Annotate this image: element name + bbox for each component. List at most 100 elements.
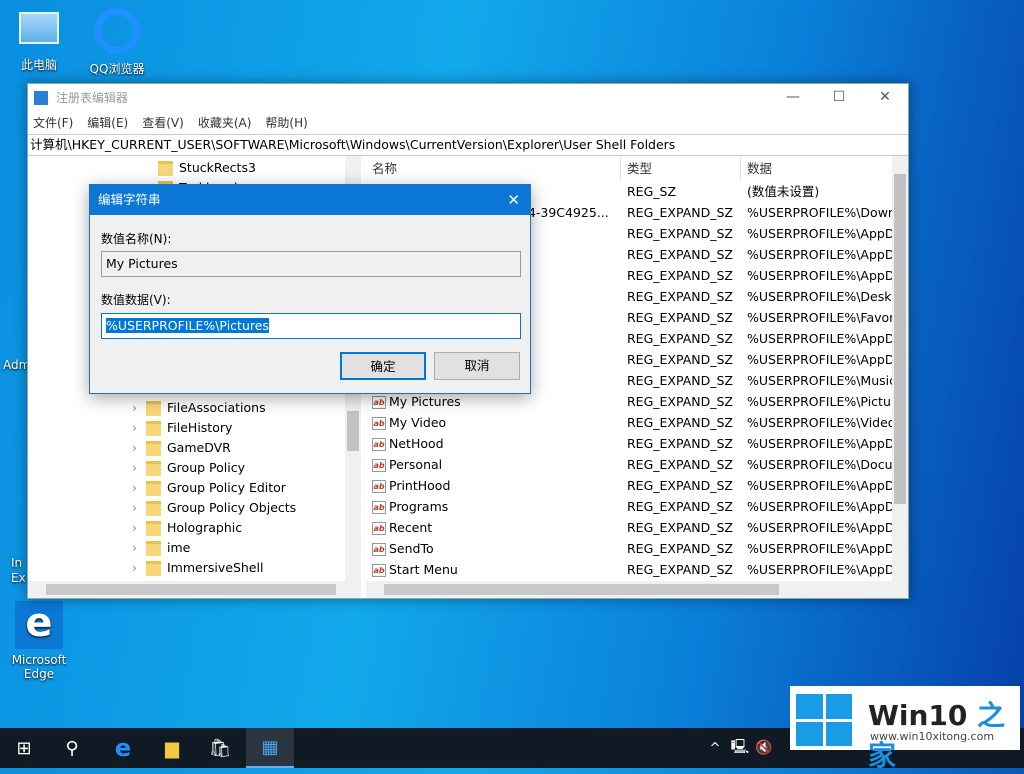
regedit-icon	[34, 90, 48, 105]
tree-item[interactable]: › ImmersiveShell	[132, 558, 263, 578]
desktop-icon-qq-browser[interactable]: QQ浏览器	[80, 8, 154, 77]
string-value-icon: ab	[372, 501, 386, 514]
value-name-field: My Pictures	[101, 251, 521, 277]
tree-item[interactable]: › Group Policy	[132, 458, 245, 478]
watermark-brand: Win10	[868, 699, 968, 732]
network-icon[interactable]: 🖳	[728, 728, 752, 768]
list-item[interactable]: ab My Pictures REG_EXPAND_SZ %USERPROFILE%\…	[366, 391, 892, 412]
window-title: 注册表编辑器	[56, 91, 129, 105]
expand-chevron-icon[interactable]: ›	[132, 478, 140, 498]
list-item[interactable]: ab SendTo REG_EXPAND_SZ %USERPROFILE%\AppDa	[366, 538, 892, 559]
regedit-taskbar-icon[interactable]: ▦	[246, 728, 294, 768]
folder-icon	[146, 560, 161, 576]
file-explorer-icon[interactable]: ▆	[148, 728, 196, 768]
list-item[interactable]: ab Recent REG_EXPAND_SZ %USERPROFILE%\AppDa	[366, 517, 892, 538]
folder-icon	[146, 440, 161, 456]
tree-item[interactable]: › Group Policy Editor	[132, 478, 286, 498]
list-item[interactable]: ab Programs REG_EXPAND_SZ %USERPROFILE%\App…	[366, 496, 892, 517]
menu-view[interactable]: 查看(V)	[142, 114, 184, 131]
string-value-icon: ab	[372, 543, 386, 556]
list-item[interactable]: ab PrintHood REG_EXPAND_SZ %USERPROFILE%\Ap…	[366, 475, 892, 496]
string-value-icon: ab	[372, 417, 386, 430]
column-header-data[interactable]: 数据	[741, 156, 891, 181]
expand-chevron-icon[interactable]: ›	[132, 518, 140, 538]
column-header-type[interactable]: 类型	[621, 156, 741, 181]
value-data-label: 数值数据(V):	[101, 293, 171, 307]
minimize-button[interactable]: —	[770, 84, 816, 111]
maximize-button[interactable]: ☐	[816, 84, 862, 111]
edit-string-dialog: 编辑字符串 ✕ 数值名称(N): My Pictures 数值数据(V): %U…	[89, 184, 531, 394]
desktop-partial-label: In Ex	[11, 556, 26, 585]
tree-item[interactable]: › FileHistory	[132, 418, 232, 438]
value-name-label: 数值名称(N):	[101, 232, 172, 246]
dialog-title-bar: 编辑字符串 ✕	[90, 185, 530, 215]
expand-chevron-icon[interactable]: ›	[132, 438, 140, 458]
tree-item[interactable]: StuckRects3	[158, 158, 256, 178]
expand-chevron-icon[interactable]: ›	[132, 418, 140, 438]
string-value-icon: ab	[372, 438, 386, 451]
column-header-name[interactable]: 名称	[366, 156, 621, 181]
value-data-input[interactable]: %USERPROFILE%\Pictures	[101, 313, 521, 339]
desktop-icon-this-pc[interactable]: 此电脑	[2, 8, 76, 73]
menu-file[interactable]: 文件(F)	[33, 114, 73, 131]
menu-favorites[interactable]: 收藏夹(A)	[198, 114, 252, 131]
expand-chevron-icon[interactable]: ›	[132, 398, 140, 418]
folder-icon	[146, 420, 161, 436]
ok-button[interactable]: 确定	[340, 352, 426, 380]
start-button[interactable]: ⊞	[0, 728, 48, 768]
address-bar[interactable]: 计算机\HKEY_CURRENT_USER\SOFTWARE\Microsoft…	[28, 134, 908, 156]
list-item[interactable]: ab NetHood REG_EXPAND_SZ %USERPROFILE%\AppD…	[366, 433, 892, 454]
folder-icon	[146, 520, 161, 536]
string-value-icon: ab	[372, 564, 386, 577]
tree-item[interactable]: › ime	[132, 538, 190, 558]
desktop-icon-label: Microsoft Edge	[11, 653, 67, 681]
menu-help[interactable]: 帮助(H)	[265, 114, 307, 131]
desktop-icon-label: 此电脑	[20, 58, 57, 72]
edge-icon: e	[15, 601, 63, 649]
computer-icon	[19, 12, 59, 44]
desktop-icon-edge[interactable]: e Microsoft Edge	[2, 601, 76, 681]
string-value-icon: ab	[372, 396, 386, 409]
close-button[interactable]: ✕	[862, 84, 908, 111]
folder-icon	[158, 160, 173, 176]
windows-logo-icon	[796, 694, 852, 746]
cancel-button[interactable]: 取消	[434, 352, 520, 380]
menu-bar: 文件(F) 编辑(E) 查看(V) 收藏夹(A) 帮助(H)	[28, 111, 908, 134]
qq-browser-icon	[94, 8, 140, 54]
search-icon[interactable]: ⚲	[48, 728, 96, 768]
tree-item[interactable]: › Holographic	[132, 518, 242, 538]
volume-muted-icon[interactable]: 🔇	[752, 728, 776, 768]
folder-icon	[146, 540, 161, 556]
folder-icon	[146, 500, 161, 516]
chevron-up-icon[interactable]: ^	[700, 728, 730, 768]
store-icon[interactable]: 🛍	[196, 728, 244, 768]
expand-chevron-icon[interactable]: ›	[132, 538, 140, 558]
tree-item[interactable]: › FileAssociations	[132, 398, 266, 418]
folder-icon	[146, 480, 161, 496]
list-vertical-scrollbar[interactable]	[892, 156, 908, 581]
list-item[interactable]: ab Personal REG_EXPAND_SZ %USERPROFILE%\Doc…	[366, 454, 892, 475]
expand-chevron-icon[interactable]: ›	[132, 558, 140, 578]
watermark: Win10 之家 www.win10xitong.com	[790, 686, 1020, 772]
list-item[interactable]: ab My Video REG_EXPAND_SZ %USERPROFILE%\Vid…	[366, 412, 892, 433]
menu-edit[interactable]: 编辑(E)	[87, 114, 128, 131]
title-bar: 注册表编辑器 — ☐ ✕	[28, 84, 908, 111]
string-value-icon: ab	[372, 480, 386, 493]
list-item[interactable]: ab Start Menu REG_EXPAND_SZ %USERPROFILE%\A…	[366, 559, 892, 580]
string-value-icon: ab	[372, 459, 386, 472]
folder-icon	[146, 460, 161, 476]
expand-chevron-icon[interactable]: ›	[132, 458, 140, 478]
edge-taskbar-icon[interactable]: e	[99, 728, 147, 768]
dialog-title: 编辑字符串	[98, 192, 161, 207]
selected-text: %USERPROFILE%\Pictures	[106, 318, 269, 333]
tree-item[interactable]: › Group Policy Objects	[132, 498, 296, 518]
folder-icon	[146, 400, 161, 416]
string-value-icon: ab	[372, 522, 386, 535]
tree-item[interactable]: › GameDVR	[132, 438, 231, 458]
list-horizontal-scrollbar[interactable]	[366, 581, 908, 598]
tree-horizontal-scrollbar[interactable]	[28, 581, 361, 598]
dialog-close-button[interactable]: ✕	[507, 185, 520, 215]
expand-chevron-icon[interactable]: ›	[132, 498, 140, 518]
desktop-icon-label: QQ浏览器	[89, 62, 145, 76]
scroll-thumb[interactable]	[347, 411, 359, 451]
